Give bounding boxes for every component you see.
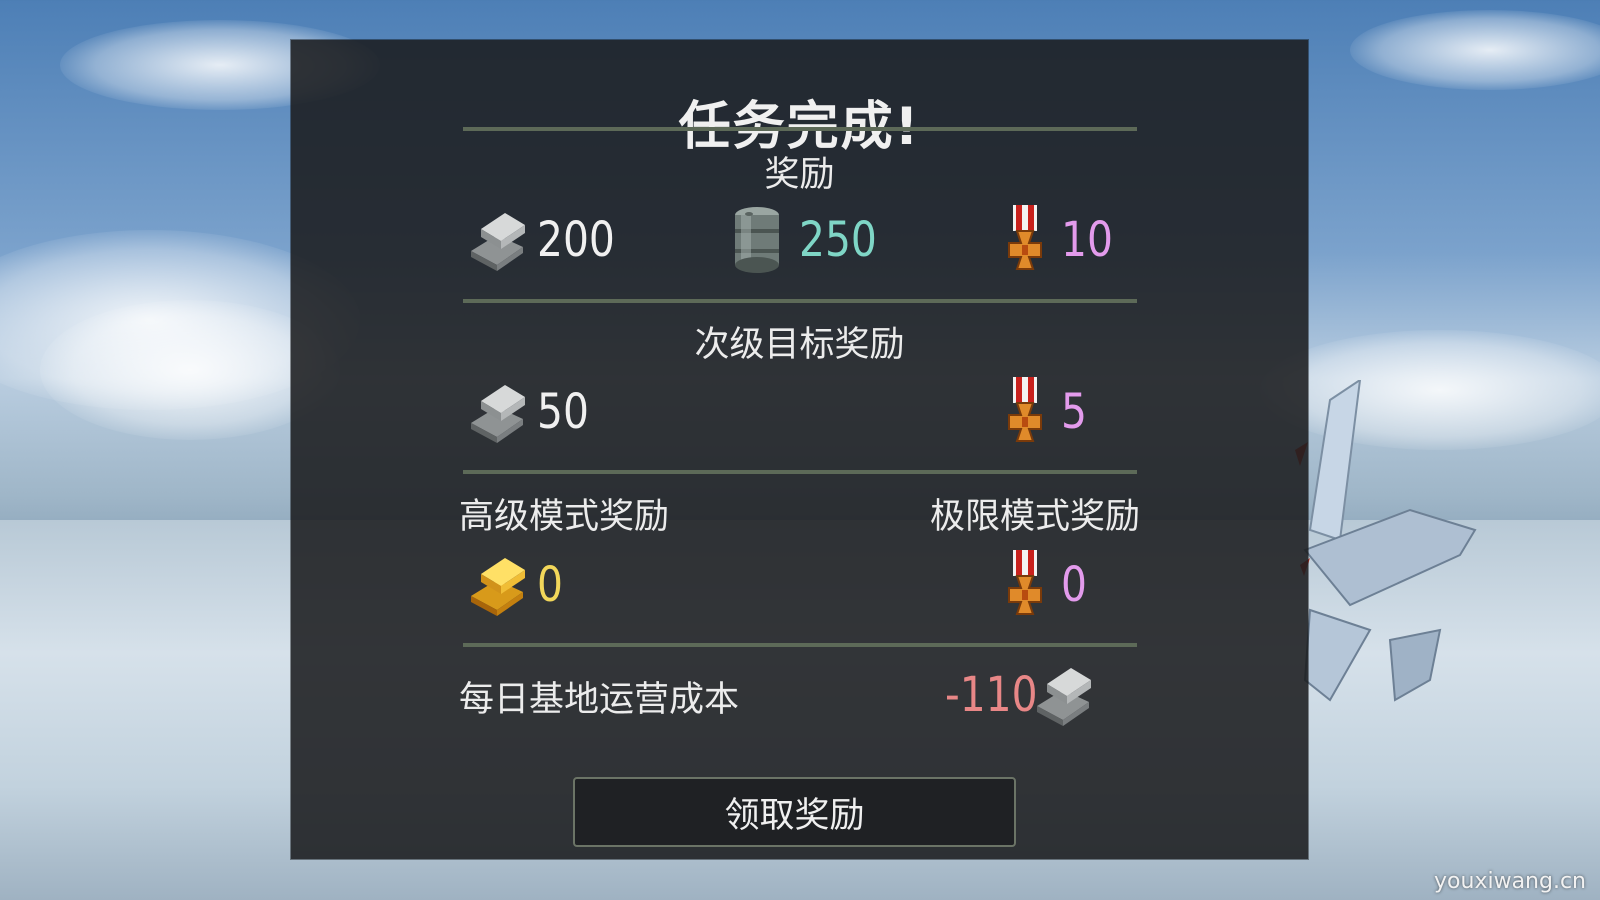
- claim-rewards-button[interactable]: 领取奖励: [573, 777, 1016, 847]
- rewards-heading: 奖励: [764, 155, 835, 195]
- secondary-medal-value: 5: [1061, 384, 1087, 440]
- silver-ingot-icon: [463, 377, 529, 445]
- fighter-plane: [1295, 380, 1477, 702]
- gold-ingot-icon: [463, 550, 529, 618]
- mission-complete-dialog: 任务完成! 奖励 200 250 10 次级目标奖励 50 5 高级模式奖励 极…: [291, 40, 1308, 859]
- extreme-medal-value: 0: [1061, 557, 1087, 613]
- reward-fuel-value: 250: [799, 212, 877, 268]
- reward-medal-value: 10: [1061, 212, 1113, 268]
- divider: [463, 643, 1137, 647]
- divider: [463, 299, 1137, 303]
- divider: [463, 470, 1137, 474]
- advanced-gold-value: 0: [537, 557, 563, 613]
- extreme-mode-heading: 极限模式奖励: [929, 497, 1140, 537]
- iron-cross-medal-icon: [1003, 377, 1047, 447]
- divider: [463, 127, 1137, 131]
- daily-cost-label: 每日基地运营成本: [459, 680, 740, 720]
- secondary-silver-value: 50: [537, 384, 589, 440]
- secondary-rewards-heading: 次级目标奖励: [694, 325, 905, 365]
- reward-silver-value: 200: [537, 212, 615, 268]
- fuel-barrel-icon: [731, 205, 783, 275]
- watermark: youxiwang.cn: [1434, 869, 1586, 894]
- daily-cost-value: -110: [945, 667, 1038, 723]
- advanced-mode-heading: 高级模式奖励: [459, 497, 670, 537]
- iron-cross-medal-icon: [1003, 550, 1047, 620]
- silver-ingot-icon: [463, 205, 529, 273]
- claim-rewards-label: 领取奖励: [724, 795, 865, 836]
- silver-ingot-icon: [1029, 660, 1095, 728]
- iron-cross-medal-icon: [1003, 205, 1047, 275]
